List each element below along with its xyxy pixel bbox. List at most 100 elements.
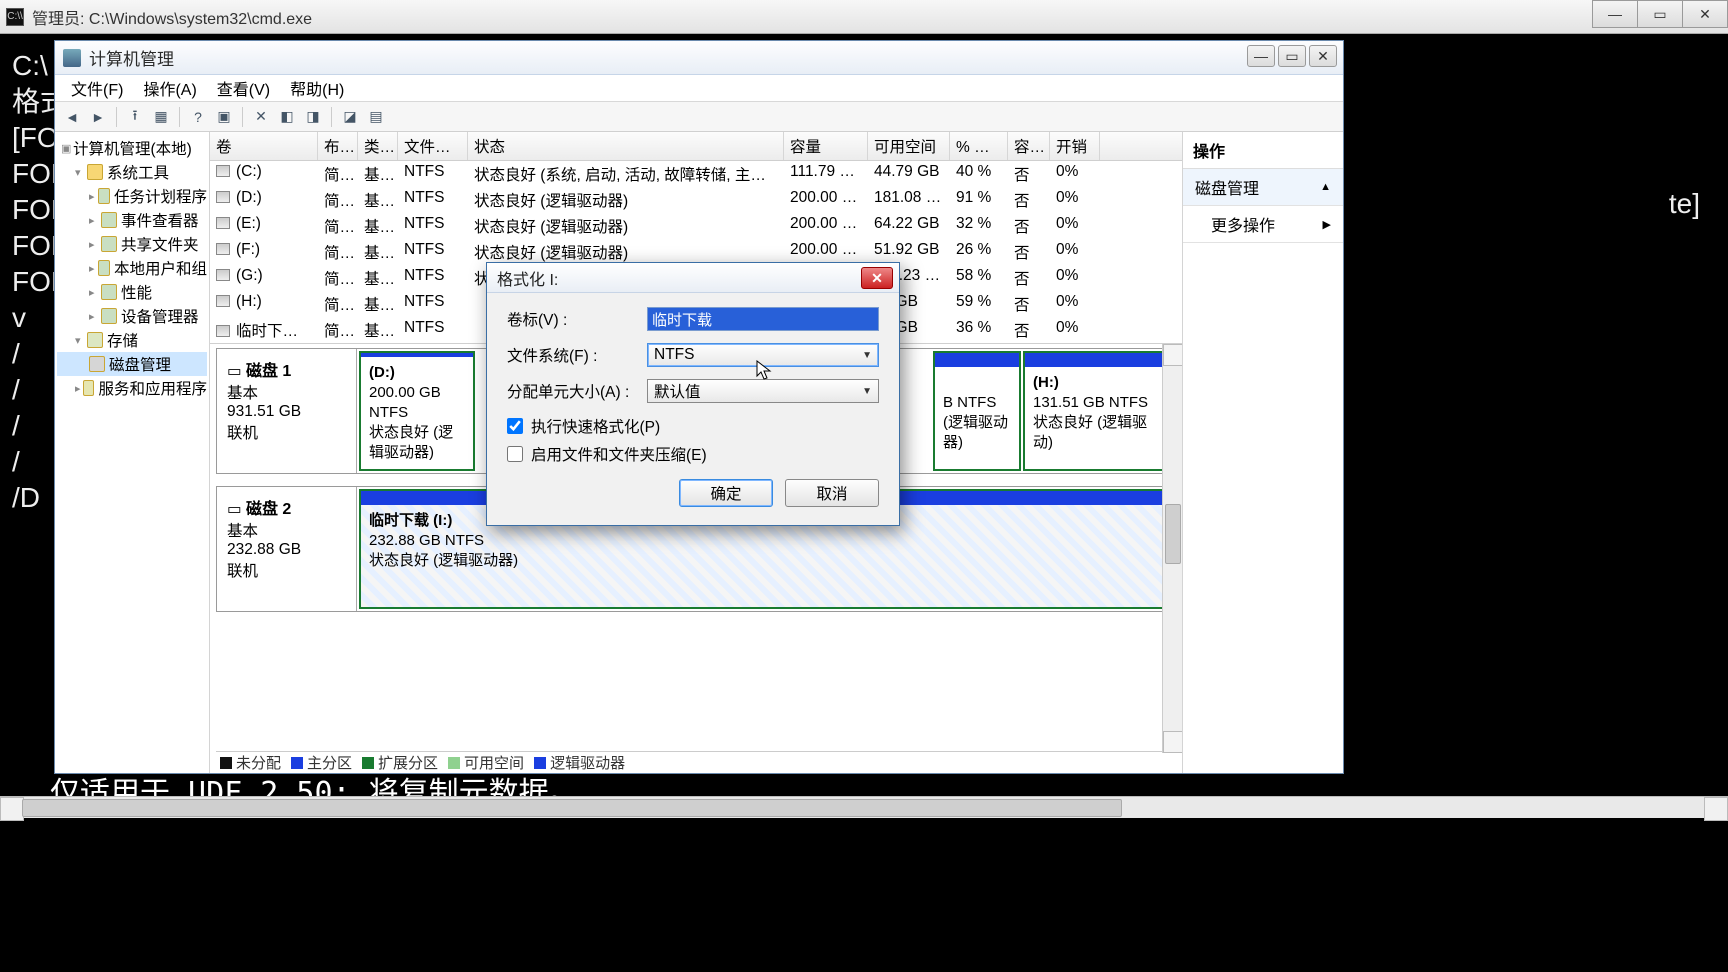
tool-btn-d[interactable]: ▤ xyxy=(365,106,387,128)
compress-label: 启用文件和文件夹压缩(E) xyxy=(531,443,707,465)
legend-item: 未分配 xyxy=(220,752,281,773)
chevron-down-icon: ▼ xyxy=(862,386,872,397)
cmd-title-text: 管理员: C:\Windows\system32\cmd.exe xyxy=(32,5,312,29)
grid-cell: 0% xyxy=(1050,214,1100,238)
column-header[interactable]: 状态 xyxy=(468,132,784,160)
compress-checkbox-row: 启用文件和文件夹压缩(E) xyxy=(507,443,879,465)
properties-button[interactable]: ▦ xyxy=(150,106,172,128)
cmd-titlebar[interactable]: C:\\ 管理员: C:\Windows\system32\cmd.exe — … xyxy=(0,0,1728,34)
grid-cell: 基本 xyxy=(358,188,398,212)
grid-cell: 40 % xyxy=(950,162,1008,186)
expand-icon: ▶ xyxy=(1323,218,1331,231)
tree-item[interactable]: ▸设备管理器 xyxy=(57,304,207,328)
disk1-part-d[interactable]: (D:) 200.00 GB NTFS 状态良好 (逻辑驱动器) xyxy=(359,351,475,471)
disk1-part-h[interactable]: (H:) 131.51 GB NTFS 状态良好 (逻辑驱动) xyxy=(1023,351,1173,471)
allocation-label: 分配单元大小(A) : xyxy=(507,380,647,402)
column-header[interactable]: 容量 xyxy=(784,132,868,160)
tree-disk-management[interactable]: 磁盘管理 xyxy=(57,352,207,376)
forward-button[interactable]: ► xyxy=(87,106,109,128)
grid-cell: 否 xyxy=(1008,240,1050,264)
grid-cell: 200.00 GB xyxy=(784,188,868,212)
menu-item[interactable]: 帮助(H) xyxy=(280,74,354,102)
grid-cell: 0% xyxy=(1050,266,1100,290)
grid-cell: 否 xyxy=(1008,292,1050,316)
column-header[interactable]: 可用空间 xyxy=(868,132,950,160)
grid-cell: 64.22 GB xyxy=(868,214,950,238)
tool-btn-b[interactable]: ◨ xyxy=(302,106,324,128)
volume-row[interactable]: (D:)简单基本NTFS状态良好 (逻辑驱动器)200.00 GB181.08 … xyxy=(210,187,1182,213)
cmd-horizontal-scrollbar[interactable] xyxy=(0,796,1728,818)
cmd-icon: C:\\ xyxy=(6,8,24,26)
dialog-titlebar[interactable]: 格式化 I: ✕ xyxy=(487,263,899,293)
tree-root[interactable]: ▣计算机管理(本地) xyxy=(57,136,207,160)
mgmt-minimize-button[interactable]: — xyxy=(1247,45,1275,67)
disk1-part-mid[interactable]: B NTFS (逻辑驱动器) xyxy=(933,351,1021,471)
menu-item[interactable]: 操作(A) xyxy=(133,74,206,102)
tree-services[interactable]: ▸服务和应用程序 xyxy=(57,376,207,400)
grid-cell: 简单 xyxy=(318,188,358,212)
grid-cell: 简单 xyxy=(318,214,358,238)
allocation-select[interactable]: 默认值 ▼ xyxy=(647,379,879,403)
tree-storage[interactable]: ▾存储 xyxy=(57,328,207,352)
disk-area-scrollbar[interactable] xyxy=(1162,344,1182,753)
mgmt-close-button[interactable]: ✕ xyxy=(1309,45,1337,67)
grid-cell: NTFS xyxy=(398,240,468,264)
grid-cell: 基本 xyxy=(358,318,398,342)
cmd-minimize-button[interactable]: — xyxy=(1592,0,1638,28)
cmd-close-button[interactable]: ✕ xyxy=(1682,0,1728,28)
grid-cell: 基本 xyxy=(358,266,398,290)
volume-label-input[interactable] xyxy=(647,307,879,331)
tree-item[interactable]: ▸本地用户和组 xyxy=(57,256,207,280)
grid-cell: 否 xyxy=(1008,188,1050,212)
grid-cell: 否 xyxy=(1008,318,1050,342)
tool-btn-a[interactable]: ◧ xyxy=(276,106,298,128)
menu-item[interactable]: 文件(F) xyxy=(61,74,133,102)
refresh-button[interactable]: ▣ xyxy=(213,106,235,128)
column-header[interactable]: 开销 xyxy=(1050,132,1100,160)
tree-item[interactable]: ▸共享文件夹 xyxy=(57,232,207,256)
up-button[interactable]: ⭱ xyxy=(124,106,146,128)
back-button[interactable]: ◄ xyxy=(61,106,83,128)
grid-cell: 临时下载 (I:) xyxy=(210,318,318,342)
tree-item[interactable]: ▸任务计划程序 xyxy=(57,184,207,208)
quick-format-checkbox[interactable] xyxy=(507,418,523,434)
ok-button[interactable]: 确定 xyxy=(679,479,773,507)
actions-more[interactable]: 更多操作 ▶ xyxy=(1183,206,1343,243)
column-header[interactable]: 容错 xyxy=(1008,132,1050,160)
compress-checkbox[interactable] xyxy=(507,446,523,462)
dialog-title-text: 格式化 I: xyxy=(497,266,558,290)
menu-item[interactable]: 查看(V) xyxy=(207,74,280,102)
tree-item[interactable]: ▸性能 xyxy=(57,280,207,304)
delete-button[interactable]: ✕ xyxy=(250,106,272,128)
column-header[interactable]: % 可用 xyxy=(950,132,1008,160)
column-header[interactable]: 类型 xyxy=(358,132,398,160)
dialog-close-button[interactable]: ✕ xyxy=(861,267,893,289)
tree-system-tools[interactable]: ▾系统工具 xyxy=(57,160,207,184)
grid-cell: 简单 xyxy=(318,292,358,316)
filesystem-select[interactable]: NTFS ▼ xyxy=(647,343,879,367)
disk2-label: ▭ 磁盘 2 基本 232.88 GB 联机 xyxy=(217,487,357,611)
legend: 未分配主分区扩展分区可用空间逻辑驱动器 xyxy=(216,751,1164,773)
actions-section[interactable]: 磁盘管理 ▲ xyxy=(1183,169,1343,206)
grid-cell: 32 % xyxy=(950,214,1008,238)
column-header[interactable]: 文件系统 xyxy=(398,132,468,160)
grid-cell: 状态良好 (逻辑驱动器) xyxy=(468,188,784,212)
cancel-button[interactable]: 取消 xyxy=(785,479,879,507)
tool-btn-c[interactable]: ◪ xyxy=(339,106,361,128)
mgmt-titlebar[interactable]: 计算机管理 — ▭ ✕ xyxy=(55,41,1343,75)
volume-label-label: 卷标(V) : xyxy=(507,308,647,330)
tree-item[interactable]: ▸事件查看器 xyxy=(57,208,207,232)
grid-cell: 36 % xyxy=(950,318,1008,342)
volume-row[interactable]: (C:)简单基本NTFS状态良好 (系统, 启动, 活动, 故障转储, 主分区)… xyxy=(210,161,1182,187)
grid-cell: 91 % xyxy=(950,188,1008,212)
column-header[interactable]: 布局 xyxy=(318,132,358,160)
cmd-maximize-button[interactable]: ▭ xyxy=(1637,0,1683,28)
grid-cell: NTFS xyxy=(398,318,468,342)
grid-cell: 简单 xyxy=(318,240,358,264)
mgmt-maximize-button[interactable]: ▭ xyxy=(1278,45,1306,67)
column-header[interactable]: 卷 xyxy=(210,132,318,160)
filesystem-label: 文件系统(F) : xyxy=(507,344,647,366)
volume-row[interactable]: (E:)简单基本NTFS状态良好 (逻辑驱动器)200.00 GB64.22 G… xyxy=(210,213,1182,239)
mgmt-app-icon xyxy=(63,49,81,67)
help-button[interactable]: ? xyxy=(187,106,209,128)
